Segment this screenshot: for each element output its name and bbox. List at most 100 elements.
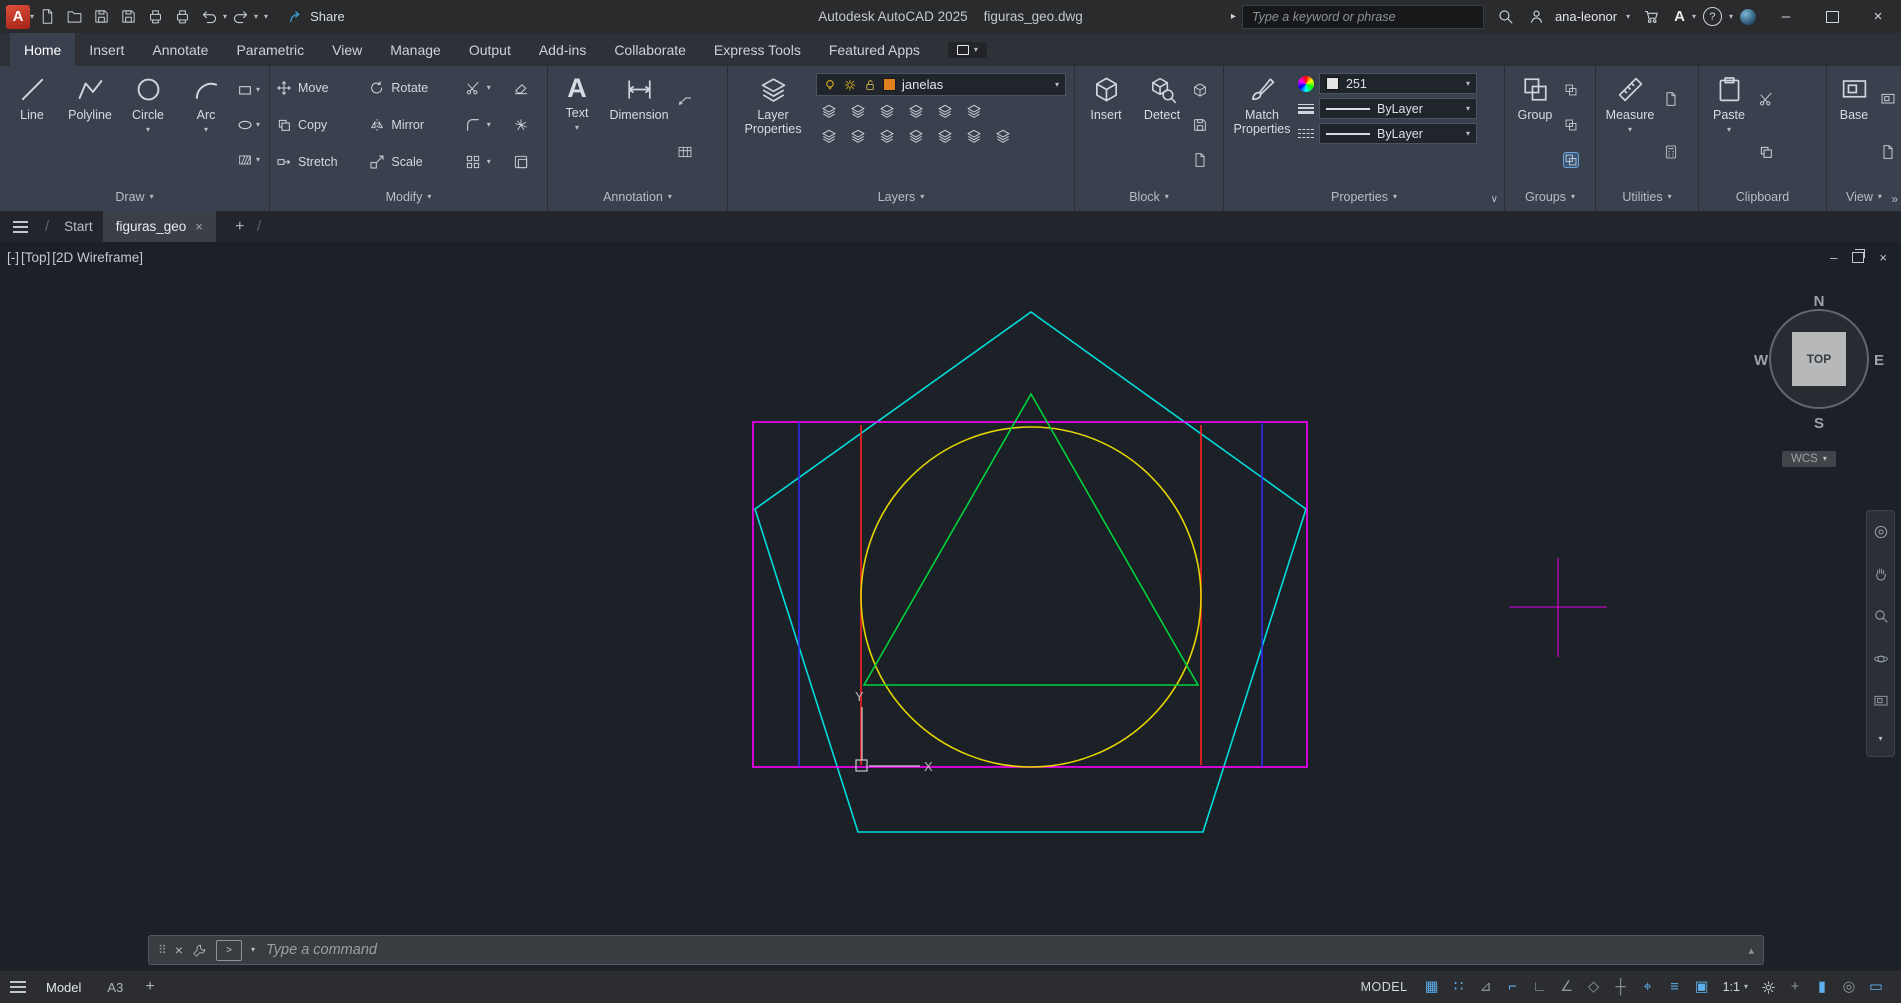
write-block-button[interactable]	[1192, 117, 1208, 133]
layer-merge-button[interactable]	[961, 125, 986, 146]
new-layout-button[interactable]: +	[145, 978, 154, 996]
ribbon-tab-add-ins[interactable]: Add-ins	[525, 33, 600, 66]
ribbon-tab-annotate[interactable]: Annotate	[138, 33, 222, 66]
create-block-button[interactable]	[1192, 82, 1208, 98]
viewcube-south[interactable]: S	[1764, 415, 1874, 432]
layout-menu-icon[interactable]	[10, 981, 26, 993]
workspace-switching-gear-icon[interactable]	[1756, 980, 1781, 995]
text-tool-button[interactable]: AText▾	[552, 66, 602, 184]
trim-button[interactable]: ▾	[465, 76, 507, 100]
command-line[interactable]: ⠿ × > ▾ ▴	[148, 935, 1764, 965]
layer-match-button[interactable]	[961, 100, 986, 121]
ribbon-tab-featured-apps[interactable]: Featured Apps	[815, 33, 934, 66]
paste-button[interactable]: Paste▾	[1703, 66, 1755, 184]
layer-delete-button[interactable]	[990, 125, 1015, 146]
command-history-up-icon[interactable]: ▴	[1748, 944, 1754, 957]
line-tool-button[interactable]: Line	[4, 66, 60, 184]
viewport-close-icon[interactable]: ×	[1879, 250, 1887, 265]
command-recent-icon[interactable]: >	[216, 940, 242, 961]
search-box[interactable]	[1242, 5, 1484, 29]
new-drawing-tab-button[interactable]: +	[228, 218, 252, 236]
redo-caret-icon[interactable]: ▾	[254, 13, 258, 21]
layer-properties-button[interactable]: Layer Properties	[732, 66, 814, 184]
lineweight-display-toggle[interactable]: ≡	[1662, 975, 1688, 999]
command-input[interactable]	[264, 941, 1739, 959]
viewport-restore-icon[interactable]	[1852, 252, 1864, 263]
layer-dropdown-caret-icon[interactable]: ▾	[1055, 81, 1059, 89]
base-view-button[interactable]: Base	[1831, 66, 1877, 184]
autodesk-account-icon[interactable]: A	[1667, 0, 1692, 33]
viewport-visual-style-control[interactable]: [2D Wireframe]	[51, 250, 144, 265]
polar-tracking-toggle[interactable]: ∠	[1554, 975, 1580, 999]
navigation-wheel-icon[interactable]	[1873, 524, 1889, 540]
mirror-button[interactable]: Mirror	[369, 113, 458, 137]
command-recent-caret-icon[interactable]: ▾	[251, 946, 255, 954]
layer-unisolate-button[interactable]	[816, 125, 841, 146]
ribbon-tab-home[interactable]: Home	[10, 33, 75, 66]
user-avatar-icon[interactable]	[1521, 0, 1552, 33]
signed-in-user[interactable]: ana-leonor	[1555, 9, 1617, 24]
viewport-minimize-icon[interactable]: –	[1830, 250, 1837, 265]
panel-footer-annotation[interactable]: Annotation▾	[548, 184, 727, 210]
panel-footer-modify[interactable]: Modify▾	[270, 184, 547, 210]
offset-button[interactable]	[513, 150, 542, 174]
maximize-window-button[interactable]	[1809, 0, 1855, 33]
selection-cycling-toggle[interactable]: ▣	[1689, 975, 1715, 999]
triangle[interactable]	[864, 394, 1198, 685]
fillet-button[interactable]: ▾	[465, 113, 507, 137]
inscribed-circle[interactable]	[861, 427, 1201, 767]
dynamic-input-toggle[interactable]: ⌐	[1500, 975, 1526, 999]
isometric-drafting-toggle[interactable]: ◇	[1581, 975, 1607, 999]
open-file-button[interactable]	[61, 3, 88, 30]
rotate-button[interactable]: Rotate	[369, 76, 458, 100]
app-store-cart-icon[interactable]	[1636, 0, 1667, 33]
drawing-canvas[interactable]: YX [-] [Top] [2D Wireframe] – × N W E S …	[0, 242, 1901, 971]
user-menu-caret-icon[interactable]: ▾	[1620, 13, 1636, 21]
edit-attributes-button[interactable]	[1192, 152, 1208, 168]
new-file-button[interactable]	[34, 3, 61, 30]
navbar-caret-icon[interactable]: ▾	[1878, 735, 1882, 743]
lineweight-dropdown[interactable]: ByLayer ▾	[1319, 98, 1477, 119]
zoom-icon[interactable]	[1873, 608, 1889, 624]
model-tab[interactable]: Model	[46, 980, 81, 995]
communication-center-icon[interactable]	[1733, 0, 1763, 33]
rectangle-tool-button[interactable]: ▾	[237, 82, 260, 98]
help-icon[interactable]: ?	[1696, 0, 1729, 33]
save-as-button[interactable]	[115, 3, 142, 30]
search-input[interactable]	[1250, 9, 1476, 25]
layer-unlock-button[interactable]	[932, 125, 957, 146]
arc-tool-button[interactable]: Arc▾	[178, 66, 234, 184]
copy-button[interactable]: Copy	[276, 113, 363, 137]
wcs-selector[interactable]: WCS ▾	[1782, 451, 1836, 467]
color-wheel-icon[interactable]	[1298, 76, 1314, 92]
close-tab-icon[interactable]: ×	[195, 219, 203, 234]
erase-button[interactable]	[513, 76, 542, 100]
make-current-layer-button[interactable]	[932, 100, 957, 121]
grid-mode-toggle[interactable]: ▦	[1419, 975, 1445, 999]
match-properties-button[interactable]: Match Properties	[1228, 66, 1296, 184]
showmotion-icon[interactable]	[1873, 693, 1889, 709]
snap-mode-toggle[interactable]: ∷	[1446, 975, 1472, 999]
close-command-line-icon[interactable]: ×	[175, 942, 183, 958]
array-button[interactable]: ▾	[465, 150, 507, 174]
multileader-button[interactable]	[677, 91, 693, 107]
layer-on-bulb-icon[interactable]	[823, 78, 837, 92]
layer-isolate-button[interactable]	[845, 100, 870, 121]
search-expand-icon[interactable]: ▸	[1231, 11, 1236, 22]
layer-color-swatch[interactable]	[883, 78, 896, 91]
viewcube-compass-ring[interactable]: TOP	[1769, 309, 1869, 409]
panel-footer-clipboard[interactable]: Clipboard	[1699, 184, 1826, 210]
close-window-button[interactable]: ×	[1855, 0, 1901, 33]
file-tabs-menu-icon[interactable]	[0, 211, 40, 242]
qat-customize-caret-icon[interactable]: ▾	[264, 13, 268, 21]
ribbon-display-toggle[interactable]: ▾	[948, 42, 987, 58]
annotation-visibility-toggle[interactable]: +	[1782, 975, 1808, 999]
copy-clip-button[interactable]	[1758, 144, 1774, 160]
viewcube-east[interactable]: E	[1874, 352, 1884, 369]
stretch-button[interactable]: Stretch	[276, 150, 363, 174]
polyline-tool-button[interactable]: Polyline	[62, 66, 118, 184]
plot-button[interactable]	[142, 3, 169, 30]
layer-lock-icon[interactable]	[863, 78, 877, 92]
layer-off-button[interactable]	[816, 100, 841, 121]
move-button[interactable]: Move	[276, 76, 363, 100]
